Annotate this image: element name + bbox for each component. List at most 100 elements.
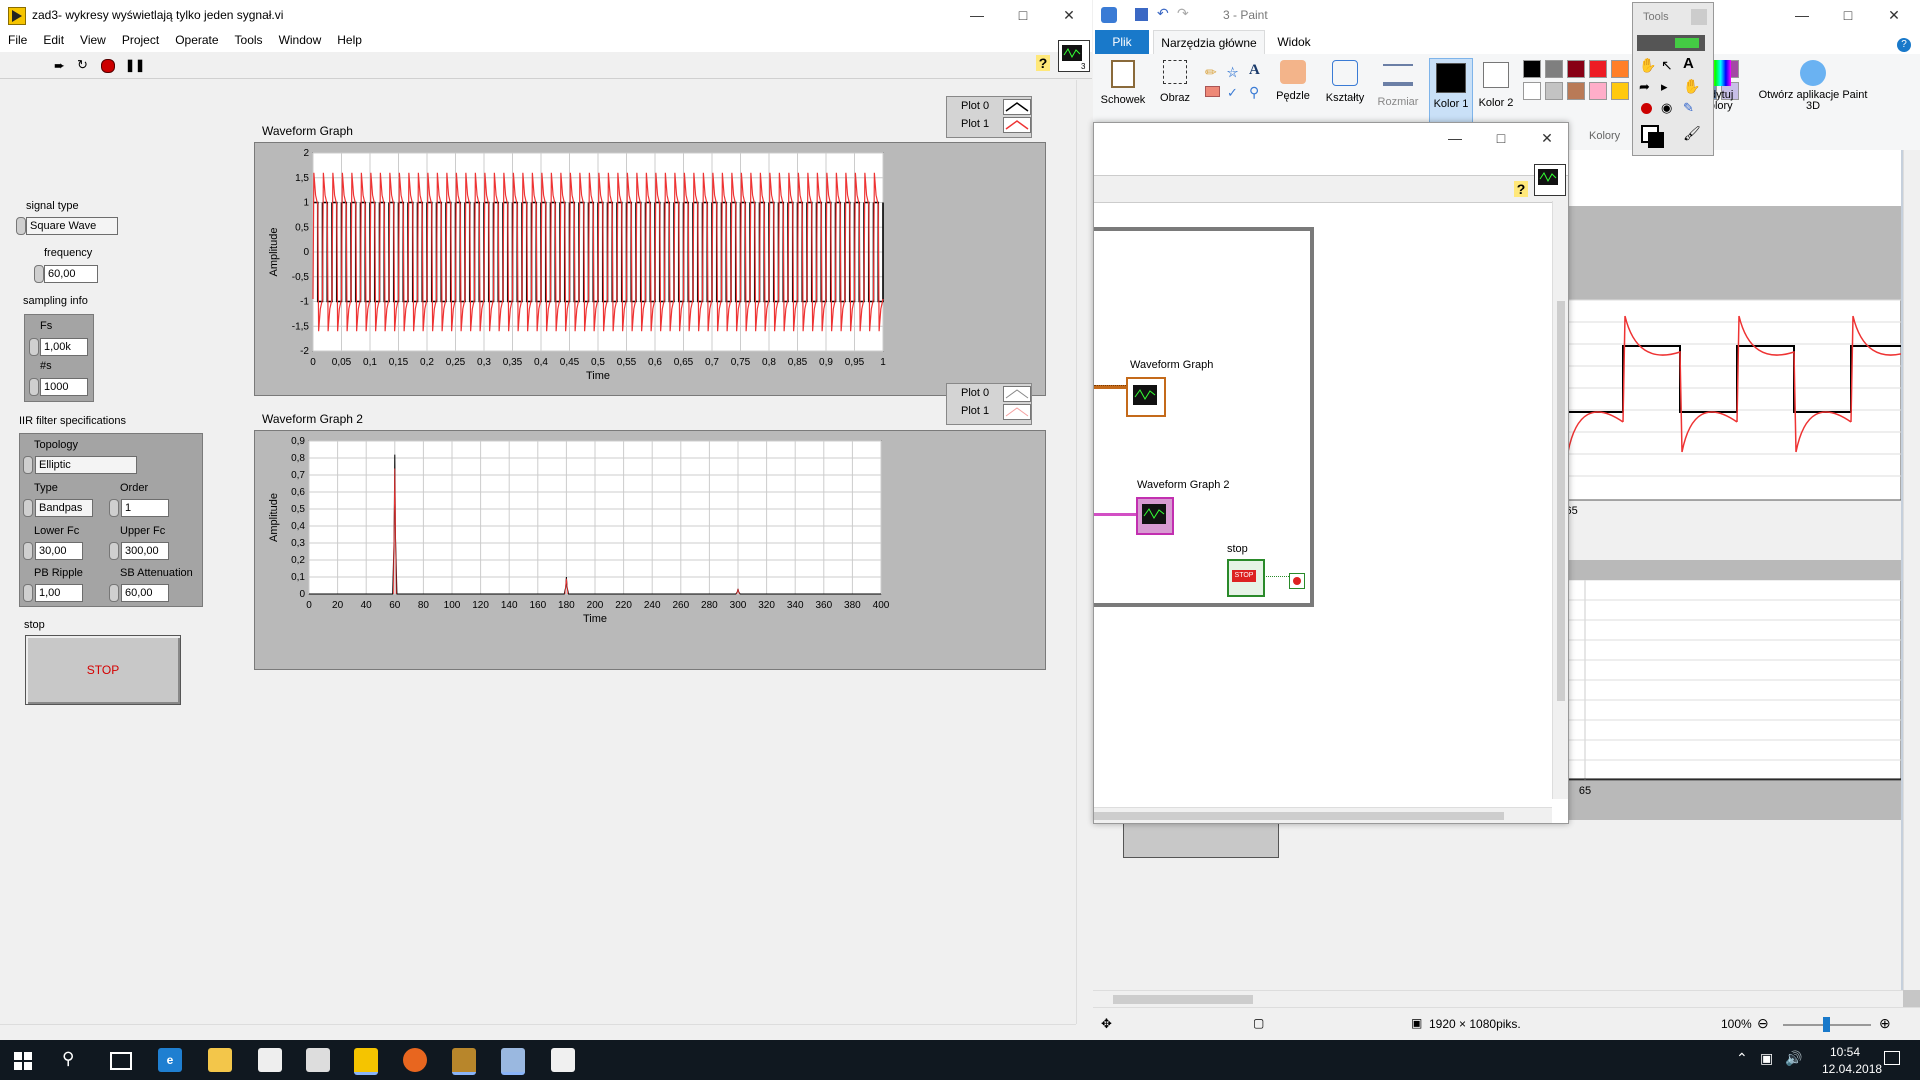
maximize-button[interactable]: □: [1000, 0, 1046, 30]
abort-icon[interactable]: [101, 59, 115, 73]
fs-spinner[interactable]: [29, 338, 39, 356]
paint-minimize-button[interactable]: —: [1779, 0, 1825, 30]
bd-stop-terminal[interactable]: STOP: [1227, 559, 1265, 597]
color2-group[interactable]: Kolor 2: [1475, 58, 1517, 109]
lv-horizontal-scrollbar[interactable]: [0, 1024, 1076, 1040]
bd-minimize-button[interactable]: —: [1432, 123, 1478, 153]
order-field[interactable]: 1: [121, 499, 169, 517]
type-spinner[interactable]: [23, 499, 33, 517]
color1-group[interactable]: Kolor 1: [1429, 58, 1473, 126]
bd-close-button[interactable]: ✕: [1524, 123, 1568, 153]
paint-taskbar-icon[interactable]: [501, 1048, 525, 1075]
menu-window[interactable]: Window: [271, 30, 330, 47]
clock-date[interactable]: 12.04.2018: [1822, 1062, 1882, 1076]
tool-position-icon[interactable]: ↖: [1661, 57, 1673, 74]
stop-button[interactable]: STOP: [25, 635, 181, 705]
mail-icon[interactable]: [306, 1048, 330, 1072]
fs-field[interactable]: 1,00k: [40, 338, 88, 356]
type-field[interactable]: Bandpas: [35, 499, 93, 517]
bd-vscroll-thumb[interactable]: [1557, 301, 1565, 701]
palette-swatch[interactable]: [1567, 60, 1585, 78]
palette-swatch[interactable]: [1545, 60, 1563, 78]
lower-fc-field[interactable]: 30,00: [35, 542, 83, 560]
graph2-legend-plot0[interactable]: Plot 0: [947, 384, 1031, 402]
bd-graph2-terminal[interactable]: [1136, 497, 1174, 535]
magnifier-icon[interactable]: ⚲: [1249, 84, 1259, 101]
upper-fc-field[interactable]: 300,00: [121, 542, 169, 560]
graph1-legend-plot0[interactable]: Plot 0: [947, 97, 1031, 115]
tool-breakpoint-icon[interactable]: [1641, 103, 1652, 114]
upper-fc-spinner[interactable]: [109, 542, 119, 560]
frequency-field[interactable]: 60,00: [44, 265, 98, 283]
bd-hscroll-thumb[interactable]: [1094, 812, 1504, 820]
waveform-graph-2[interactable]: 0 20 40 60 80 100 120 140 160 180 200 220 240 260 280 3…: [255, 431, 1045, 669]
size-group[interactable]: Rozmiar: [1373, 60, 1423, 108]
tools-close-button[interactable]: [1691, 9, 1707, 25]
shapes-group[interactable]: Kształty: [1321, 60, 1369, 104]
topology-spinner[interactable]: [23, 456, 33, 474]
image-group[interactable]: Obraz: [1151, 60, 1199, 104]
menu-edit[interactable]: Edit: [35, 30, 72, 47]
tool-scroll-icon[interactable]: ✋: [1683, 78, 1700, 95]
lv-vertical-scrollbar[interactable]: [1076, 80, 1092, 1024]
fill-icon[interactable]: ⛦: [1227, 64, 1238, 81]
graph2-legend-plot1[interactable]: Plot 1: [947, 402, 1031, 420]
sb-attenuation-spinner[interactable]: [109, 584, 119, 602]
run-continuously-icon[interactable]: ↻: [77, 58, 88, 71]
auto-tool-selector[interactable]: [1637, 35, 1705, 51]
tab-plik[interactable]: Plik: [1095, 30, 1149, 54]
palette-swatch[interactable]: [1611, 82, 1629, 100]
signal-type-spinner[interactable]: [16, 217, 26, 235]
tool-text-icon[interactable]: A: [1683, 55, 1694, 72]
tool-color-set-icon[interactable]: [1641, 125, 1665, 148]
tool-color-copy-icon[interactable]: ✎: [1683, 100, 1694, 116]
lower-fc-spinner[interactable]: [23, 542, 33, 560]
loop-condition-icon[interactable]: [1289, 573, 1305, 589]
menu-view[interactable]: View: [72, 30, 114, 47]
sb-attenuation-field[interactable]: 60,00: [121, 584, 169, 602]
clipboard-group[interactable]: Schowek: [1099, 60, 1147, 106]
palette-swatch[interactable]: [1523, 82, 1541, 100]
paint-horizontal-scrollbar[interactable]: [1093, 990, 1903, 1008]
palette-swatch[interactable]: [1545, 82, 1563, 100]
ns-field[interactable]: 1000: [40, 378, 88, 396]
menu-operate[interactable]: Operate: [167, 30, 226, 47]
pencil-icon[interactable]: ✏: [1205, 64, 1217, 81]
zoom-in-icon[interactable]: ⊕: [1879, 1015, 1891, 1032]
tray-chevron-icon[interactable]: ⌃: [1736, 1050, 1748, 1067]
notification-icon[interactable]: [1884, 1051, 1900, 1065]
bd-horizontal-scrollbar[interactable]: [1094, 807, 1552, 823]
paint-close-button[interactable]: ✕: [1871, 0, 1917, 30]
menu-help[interactable]: Help: [329, 30, 370, 47]
pb-ripple-field[interactable]: 1,00: [35, 584, 83, 602]
task-view-icon[interactable]: [110, 1052, 132, 1070]
close-button[interactable]: ✕: [1046, 0, 1092, 30]
palette-swatch[interactable]: [1567, 82, 1585, 100]
run-arrow-icon[interactable]: ➨: [54, 59, 65, 72]
tray-network-icon[interactable]: ▣: [1760, 1050, 1773, 1067]
minimize-button[interactable]: —: [954, 0, 1000, 30]
frequency-spinner[interactable]: [34, 265, 44, 283]
order-spinner[interactable]: [109, 499, 119, 517]
zoom-slider[interactable]: [1783, 1017, 1871, 1032]
clock-time[interactable]: 10:54: [1830, 1045, 1860, 1059]
file-explorer-icon[interactable]: [208, 1048, 232, 1072]
palette-swatch[interactable]: [1523, 60, 1541, 78]
text-icon[interactable]: A: [1249, 62, 1260, 79]
zoom-out-icon[interactable]: ⊖: [1757, 1015, 1769, 1032]
photos-icon[interactable]: [551, 1048, 575, 1072]
waveform-graph-1[interactable]: 0 0,05 0,1 0,15 0,2 0,25 0,3 0,35 0,4 0,45 0,5 0,55…: [255, 143, 1045, 395]
eraser-icon[interactable]: [1205, 86, 1220, 97]
zoom-slider-thumb[interactable]: [1823, 1017, 1830, 1032]
palette-swatch[interactable]: [1611, 60, 1629, 78]
save-icon[interactable]: [1135, 8, 1148, 21]
labview-project-icon[interactable]: [452, 1048, 476, 1075]
firefox-icon[interactable]: [403, 1048, 427, 1072]
bd-context-help-icon[interactable]: ?: [1514, 181, 1528, 197]
while-loop-frame[interactable]: [1094, 227, 1314, 607]
labview-taskbar-icon[interactable]: [354, 1048, 378, 1075]
pause-icon[interactable]: ❚❚: [125, 58, 145, 72]
ns-spinner[interactable]: [29, 378, 39, 396]
redo-icon[interactable]: ↷: [1177, 5, 1189, 22]
pb-ripple-spinner[interactable]: [23, 584, 33, 602]
